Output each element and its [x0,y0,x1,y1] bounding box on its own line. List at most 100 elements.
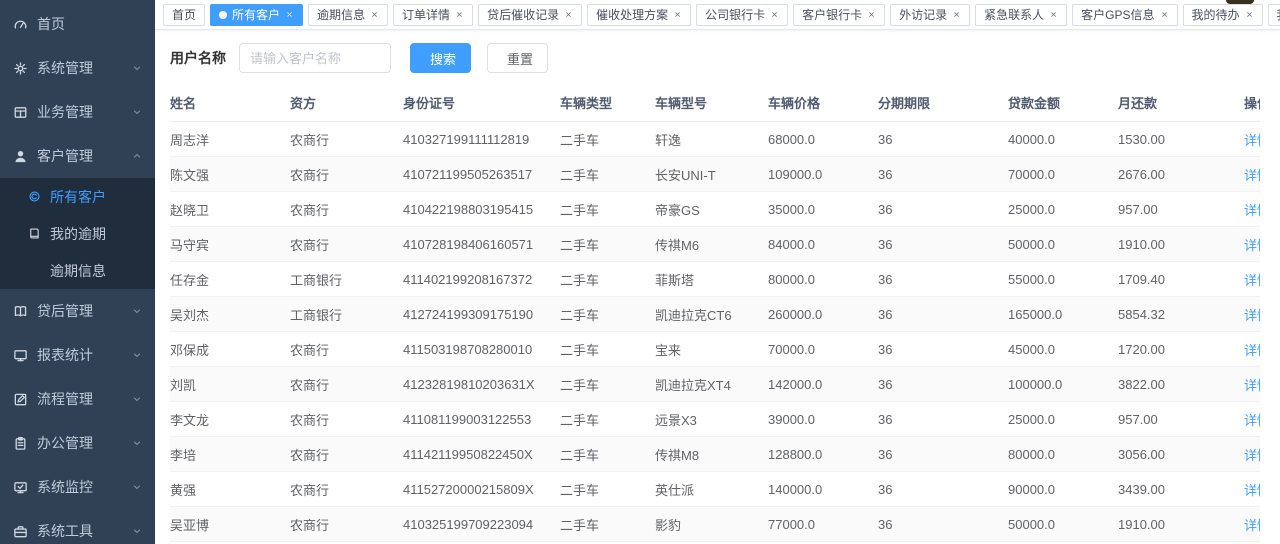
detail-link[interactable]: 详情 [1244,483,1260,498]
tab-label: 紧急联系人 [984,6,1044,23]
active-dot [219,11,227,19]
close-icon[interactable] [1160,10,1169,19]
cell-vehicle-model: 宝来 [655,332,768,367]
search-button[interactable]: 搜索 [410,43,471,73]
detail-link[interactable]: 详情 [1244,203,1260,218]
cell-funder: 工商银行 [290,297,403,332]
cell-loan-amount: 90000.0 [1008,472,1118,507]
cell-term: 36 [878,122,1008,157]
sidebar-subitem[interactable]: 我的逾期 [0,215,155,252]
detail-link[interactable]: 详情 [1244,378,1260,393]
sidebar-item[interactable]: 贷后管理 [0,289,155,333]
sidebar-item-label: 首页 [37,14,143,34]
close-icon[interactable] [673,10,682,19]
app-window: 首页系统管理业务管理客户管理所有客户我的逾期逾期信息贷后管理报表统计流程管理办公… [0,0,1280,544]
table-row: 周志洋农商行410327199111112819二手车轩逸68000.03640… [170,122,1260,157]
tab[interactable]: 我的待办 [1183,4,1263,26]
column-header: 分期期限 [878,86,1008,122]
table-row: 任存金工商银行411402199208167372二手车菲斯塔80000.036… [170,262,1260,297]
detail-link[interactable]: 详情 [1244,308,1260,323]
cell-monthly-payment: 1720.00 [1118,332,1244,367]
cell-funder: 农商行 [290,437,403,472]
sidebar-item[interactable]: 流程管理 [0,377,155,421]
sidebar-item[interactable]: 首页 [0,2,155,46]
column-header: 车辆型号 [655,86,768,122]
close-icon[interactable] [564,10,573,19]
detail-link[interactable]: 详情 [1244,168,1260,183]
cell-actions: 详情 [1244,227,1260,262]
tab[interactable]: 我的流程 [1268,4,1280,26]
detail-link[interactable]: 详情 [1244,518,1260,533]
sidebar-item[interactable]: 系统监控 [0,465,155,509]
tab[interactable]: 逾期信息 [308,4,388,26]
sidebar-item[interactable]: 系统工具 [0,509,155,544]
cell-term: 36 [878,437,1008,472]
tab[interactable]: 贷后催收记录 [478,4,582,26]
tab-label: 催收处理方案 [596,6,668,23]
close-icon[interactable] [1049,10,1058,19]
close-icon[interactable] [285,10,294,19]
sidebar: 首页系统管理业务管理客户管理所有客户我的逾期逾期信息贷后管理报表统计流程管理办公… [0,0,155,544]
customer-name-input[interactable] [239,43,391,73]
tab[interactable]: 外访记录 [890,4,970,26]
cell-vehicle-model: 菲斯塔 [655,262,768,297]
cell-loan-amount: 100000.0 [1008,367,1118,402]
cell-name: 周志洋 [170,122,290,157]
tab[interactable]: 所有客户 [210,4,303,26]
chevron-down-icon [131,106,143,118]
detail-link[interactable]: 详情 [1244,273,1260,288]
sidebar-item[interactable]: 客户管理 [0,134,155,178]
sidebar-item[interactable]: 报表统计 [0,333,155,377]
detail-link[interactable]: 详情 [1244,133,1260,148]
detail-link[interactable]: 详情 [1244,238,1260,253]
close-icon[interactable] [770,10,779,19]
reset-button[interactable]: 重置 [487,43,548,73]
cell-monthly-payment: 1910.00 [1118,507,1244,542]
cell-vehicle-price: 84000.0 [768,227,878,262]
cell-vehicle-type: 二手车 [560,367,655,402]
cell-monthly-payment: 3439.00 [1118,472,1244,507]
chevron-down-icon [131,481,143,493]
detail-link[interactable]: 详情 [1244,343,1260,358]
tab[interactable]: 催收处理方案 [587,4,691,26]
cell-vehicle-model: 传祺M6 [655,227,768,262]
tab[interactable]: 客户GPS信息 [1072,4,1177,26]
cell-term: 36 [878,367,1008,402]
tab-label: 客户银行卡 [802,6,862,23]
tab[interactable]: 客户银行卡 [793,4,885,26]
tab[interactable]: 订单详情 [393,4,473,26]
tab[interactable]: 公司银行卡 [696,4,788,26]
close-icon[interactable] [1245,10,1254,19]
chevron-up-icon [131,150,143,162]
cell-id-number: 411081199003122553 [403,402,560,437]
cell-vehicle-model: 帝豪GS [655,192,768,227]
cell-funder: 工商银行 [290,262,403,297]
tab-label: 客户GPS信息 [1081,6,1154,23]
cell-term: 36 [878,157,1008,192]
cell-loan-amount: 50000.0 [1008,227,1118,262]
close-icon[interactable] [370,10,379,19]
tab[interactable]: 紧急联系人 [975,4,1067,26]
cell-term: 36 [878,472,1008,507]
tab[interactable]: 首页 [163,4,205,26]
sidebar-item-label: 系统工具 [37,521,131,541]
detail-link[interactable]: 详情 [1244,413,1260,428]
sidebar-subitem[interactable]: 所有客户 [0,178,155,215]
sidebar-item[interactable]: 系统管理 [0,46,155,90]
cell-vehicle-price: 39000.0 [768,402,878,437]
cell-vehicle-price: 140000.0 [768,472,878,507]
cell-name: 吴亚博 [170,507,290,542]
sidebar-subitem[interactable]: 逾期信息 [0,252,155,289]
close-icon[interactable] [455,10,464,19]
cell-monthly-payment: 2676.00 [1118,157,1244,192]
header-avatar-partial [1226,0,1254,4]
cell-name: 马守宾 [170,227,290,262]
sidebar-item[interactable]: 办公管理 [0,421,155,465]
cell-vehicle-price: 77000.0 [768,507,878,542]
detail-link[interactable]: 详情 [1244,448,1260,463]
close-icon[interactable] [952,10,961,19]
sidebar-item[interactable]: 业务管理 [0,90,155,134]
close-icon[interactable] [867,10,876,19]
chevron-down-icon [131,349,143,361]
user-icon [13,149,28,164]
